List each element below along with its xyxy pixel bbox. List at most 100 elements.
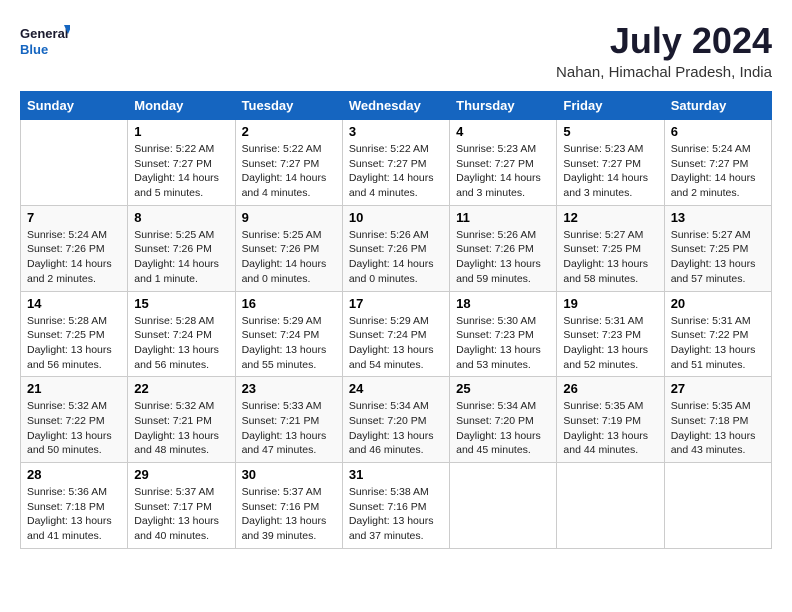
day-number: 30 bbox=[242, 467, 336, 482]
day-info: Sunrise: 5:27 AMSunset: 7:25 PMDaylight:… bbox=[671, 228, 765, 287]
week-row: 21Sunrise: 5:32 AMSunset: 7:22 PMDayligh… bbox=[21, 377, 772, 463]
calendar-cell: 19 Sunrise: 5:31 AMSunset: 7:23 PMDayligh… bbox=[557, 291, 664, 377]
day-info: Sunrise: 5:22 AMSunset: 7:27 PMDaylight:… bbox=[242, 142, 336, 201]
day-number: 28 bbox=[27, 467, 121, 482]
page-header: General Blue July 2024 Nahan, Himachal P… bbox=[20, 20, 772, 81]
day-number: 13 bbox=[671, 210, 765, 225]
weekday-header: Saturday bbox=[664, 92, 771, 120]
day-info: Sunrise: 5:25 AMSunset: 7:26 PMDaylight:… bbox=[134, 228, 228, 287]
day-info: Sunrise: 5:24 AMSunset: 7:27 PMDaylight:… bbox=[671, 142, 765, 201]
calendar-cell: 18 Sunrise: 5:30 AMSunset: 7:23 PMDayligh… bbox=[450, 291, 557, 377]
day-number: 26 bbox=[563, 381, 657, 396]
day-number: 15 bbox=[134, 296, 228, 311]
day-number: 31 bbox=[349, 467, 443, 482]
calendar-cell: 6 Sunrise: 5:24 AMSunset: 7:27 PMDaylight… bbox=[664, 120, 771, 206]
calendar-cell: 4 Sunrise: 5:23 AMSunset: 7:27 PMDaylight… bbox=[450, 120, 557, 206]
day-info: Sunrise: 5:31 AMSunset: 7:23 PMDaylight:… bbox=[563, 314, 657, 373]
day-number: 6 bbox=[671, 124, 765, 139]
day-info: Sunrise: 5:34 AMSunset: 7:20 PMDaylight:… bbox=[456, 399, 550, 458]
calendar-cell: 12 Sunrise: 5:27 AMSunset: 7:25 PMDayligh… bbox=[557, 205, 664, 291]
day-number: 3 bbox=[349, 124, 443, 139]
title-area: July 2024 Nahan, Himachal Pradesh, India bbox=[556, 20, 772, 81]
calendar-cell: 16 Sunrise: 5:29 AMSunset: 7:24 PMDayligh… bbox=[235, 291, 342, 377]
day-info: Sunrise: 5:30 AMSunset: 7:23 PMDaylight:… bbox=[456, 314, 550, 373]
day-info: Sunrise: 5:23 AMSunset: 7:27 PMDaylight:… bbox=[456, 142, 550, 201]
weekday-header: Sunday bbox=[21, 92, 128, 120]
day-info: Sunrise: 5:32 AMSunset: 7:21 PMDaylight:… bbox=[134, 399, 228, 458]
day-info: Sunrise: 5:31 AMSunset: 7:22 PMDaylight:… bbox=[671, 314, 765, 373]
month-year: July 2024 bbox=[556, 20, 772, 62]
day-number: 29 bbox=[134, 467, 228, 482]
week-row: 14 Sunrise: 5:28 AMSunset: 7:25 PMDayligh… bbox=[21, 291, 772, 377]
day-number: 12 bbox=[563, 210, 657, 225]
calendar-cell: 28 Sunrise: 5:36 AMSunset: 7:18 PMDayligh… bbox=[21, 463, 128, 549]
day-info: Sunrise: 5:22 AMSunset: 7:27 PMDaylight:… bbox=[134, 142, 228, 201]
day-number: 22 bbox=[134, 381, 228, 396]
week-row: 7 Sunrise: 5:24 AMSunset: 7:26 PMDaylight… bbox=[21, 205, 772, 291]
svg-text:Blue: Blue bbox=[20, 42, 48, 57]
day-number: 25 bbox=[456, 381, 550, 396]
calendar-cell: 23 Sunrise: 5:33 AMSunset: 7:21 PMDayligh… bbox=[235, 377, 342, 463]
weekday-header: Monday bbox=[128, 92, 235, 120]
day-number: 27 bbox=[671, 381, 765, 396]
day-number: 11 bbox=[456, 210, 550, 225]
calendar-cell: 7 Sunrise: 5:24 AMSunset: 7:26 PMDaylight… bbox=[21, 205, 128, 291]
day-info: Sunrise: 5:28 AMSunset: 7:25 PMDaylight:… bbox=[27, 314, 121, 373]
calendar-cell: 29 Sunrise: 5:37 AMSunset: 7:17 PMDayligh… bbox=[128, 463, 235, 549]
day-info: Sunrise: 5:35 AMSunset: 7:18 PMDaylight:… bbox=[671, 399, 765, 458]
calendar-cell: 25 Sunrise: 5:34 AMSunset: 7:20 PMDayligh… bbox=[450, 377, 557, 463]
calendar-cell: 26 Sunrise: 5:35 AMSunset: 7:19 PMDayligh… bbox=[557, 377, 664, 463]
calendar-cell: 11 Sunrise: 5:26 AMSunset: 7:26 PMDayligh… bbox=[450, 205, 557, 291]
day-info: Sunrise: 5:26 AMSunset: 7:26 PMDaylight:… bbox=[456, 228, 550, 287]
calendar-cell: 30Sunrise: 5:37 AMSunset: 7:16 PMDayligh… bbox=[235, 463, 342, 549]
calendar-cell bbox=[557, 463, 664, 549]
calendar-cell: 17Sunrise: 5:29 AMSunset: 7:24 PMDayligh… bbox=[342, 291, 449, 377]
calendar-cell: 10 Sunrise: 5:26 AMSunset: 7:26 PMDayligh… bbox=[342, 205, 449, 291]
svg-text:General: General bbox=[20, 26, 68, 41]
weekday-header: Wednesday bbox=[342, 92, 449, 120]
logo: General Blue bbox=[20, 20, 70, 65]
day-number: 19 bbox=[563, 296, 657, 311]
calendar-cell: 24 Sunrise: 5:34 AMSunset: 7:20 PMDayligh… bbox=[342, 377, 449, 463]
day-info: Sunrise: 5:22 AMSunset: 7:27 PMDaylight:… bbox=[349, 142, 443, 201]
day-number: 16 bbox=[242, 296, 336, 311]
day-number: 23 bbox=[242, 381, 336, 396]
day-number: 5 bbox=[563, 124, 657, 139]
day-info: Sunrise: 5:29 AMSunset: 7:24 PMDaylight:… bbox=[242, 314, 336, 373]
weekday-header-row: SundayMondayTuesdayWednesdayThursdayFrid… bbox=[21, 92, 772, 120]
day-info: Sunrise: 5:35 AMSunset: 7:19 PMDaylight:… bbox=[563, 399, 657, 458]
day-number: 4 bbox=[456, 124, 550, 139]
calendar-cell: 13 Sunrise: 5:27 AMSunset: 7:25 PMDayligh… bbox=[664, 205, 771, 291]
calendar-cell: 21Sunrise: 5:32 AMSunset: 7:22 PMDayligh… bbox=[21, 377, 128, 463]
day-info: Sunrise: 5:36 AMSunset: 7:18 PMDaylight:… bbox=[27, 485, 121, 544]
day-number: 1 bbox=[134, 124, 228, 139]
day-info: Sunrise: 5:37 AMSunset: 7:17 PMDaylight:… bbox=[134, 485, 228, 544]
day-number: 20 bbox=[671, 296, 765, 311]
calendar-cell: 8 Sunrise: 5:25 AMSunset: 7:26 PMDaylight… bbox=[128, 205, 235, 291]
day-number: 9 bbox=[242, 210, 336, 225]
day-info: Sunrise: 5:32 AMSunset: 7:22 PMDaylight:… bbox=[27, 399, 121, 458]
calendar-cell: 5Sunrise: 5:23 AMSunset: 7:27 PMDaylight… bbox=[557, 120, 664, 206]
day-info: Sunrise: 5:27 AMSunset: 7:25 PMDaylight:… bbox=[563, 228, 657, 287]
weekday-header: Tuesday bbox=[235, 92, 342, 120]
calendar-cell: 15Sunrise: 5:28 AMSunset: 7:24 PMDayligh… bbox=[128, 291, 235, 377]
calendar-cell bbox=[664, 463, 771, 549]
day-number: 10 bbox=[349, 210, 443, 225]
day-number: 24 bbox=[349, 381, 443, 396]
calendar-cell bbox=[21, 120, 128, 206]
day-number: 8 bbox=[134, 210, 228, 225]
calendar-cell: 14 Sunrise: 5:28 AMSunset: 7:25 PMDayligh… bbox=[21, 291, 128, 377]
day-info: Sunrise: 5:33 AMSunset: 7:21 PMDaylight:… bbox=[242, 399, 336, 458]
day-info: Sunrise: 5:26 AMSunset: 7:26 PMDaylight:… bbox=[349, 228, 443, 287]
week-row: 28 Sunrise: 5:36 AMSunset: 7:18 PMDayligh… bbox=[21, 463, 772, 549]
day-number: 17 bbox=[349, 296, 443, 311]
day-number: 18 bbox=[456, 296, 550, 311]
day-info: Sunrise: 5:34 AMSunset: 7:20 PMDaylight:… bbox=[349, 399, 443, 458]
logo-svg: General Blue bbox=[20, 20, 70, 65]
weekday-header: Thursday bbox=[450, 92, 557, 120]
calendar-cell bbox=[450, 463, 557, 549]
day-number: 14 bbox=[27, 296, 121, 311]
location: Nahan, Himachal Pradesh, India bbox=[556, 64, 772, 81]
day-info: Sunrise: 5:24 AMSunset: 7:26 PMDaylight:… bbox=[27, 228, 121, 287]
day-number: 7 bbox=[27, 210, 121, 225]
